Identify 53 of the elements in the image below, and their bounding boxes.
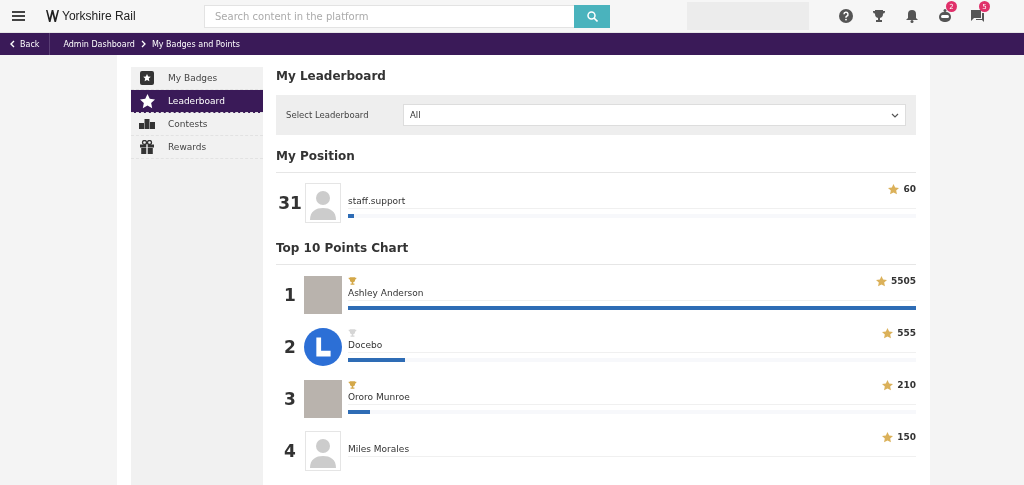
section-title: My Position: [276, 149, 356, 163]
user-name: staff.support: [348, 196, 916, 209]
star-icon: [875, 275, 887, 287]
chevron-left-icon: [10, 40, 15, 48]
avatar-silhouette: [305, 183, 341, 223]
brand-name: Yorkshire Rail: [62, 9, 136, 23]
user-name: Ororo Munroe: [348, 392, 916, 405]
chevron-right-icon: [140, 40, 146, 48]
points-value: 60: [903, 184, 916, 194]
user-name: Miles Morales: [348, 444, 916, 457]
points-value: 5505: [890, 276, 916, 286]
menu-icon[interactable]: [12, 11, 25, 21]
robot-icon[interactable]: [936, 9, 953, 23]
star-icon: [882, 431, 894, 443]
rank-number: 3: [283, 389, 297, 409]
star-icon: [882, 327, 894, 339]
logo-icon: [304, 327, 342, 367]
points-value: 150: [897, 432, 916, 442]
help-icon[interactable]: [838, 9, 853, 23]
star-badge-icon: [140, 71, 154, 85]
podium-icon: [139, 119, 155, 129]
rank-number: 31: [277, 193, 303, 213]
sidebar-item[interactable]: Rewards: [131, 136, 263, 159]
rank-number: 2: [283, 337, 297, 357]
chevron-down-icon: [891, 112, 899, 118]
points-value: 210: [897, 380, 916, 390]
leaderboard-dropdown[interactable]: All: [403, 104, 906, 126]
page-title: My Leaderboard: [276, 69, 387, 83]
search-field[interactable]: Search content in the platform: [204, 4, 574, 28]
points-value: 555: [897, 328, 916, 338]
photo-placeholder: [304, 380, 342, 418]
search-icon: [586, 10, 598, 22]
bell-icon[interactable]: [905, 9, 918, 23]
user-name: Ashley Anderson: [348, 288, 916, 301]
star-icon: [888, 183, 900, 195]
photo-placeholder: [304, 276, 342, 314]
logo-icon: [46, 10, 59, 22]
gift-icon: [140, 140, 154, 154]
star-icon: [139, 93, 155, 109]
breadcrumb-link[interactable]: Admin Dashboard: [50, 39, 141, 49]
avatar-silhouette: [305, 431, 341, 471]
breadcrumb-link[interactable]: My Badges and Points: [145, 39, 246, 49]
trophy-icon[interactable]: [871, 9, 886, 23]
user-name: Docebo: [348, 340, 916, 353]
section-title: Top 10 Points Chart: [276, 241, 410, 255]
rank-number: 1: [283, 285, 297, 305]
sidebar-item[interactable]: Leaderboard: [131, 90, 263, 113]
rank-number: 4: [283, 441, 297, 461]
select-label: Select Leaderboard: [286, 110, 370, 120]
star-icon: [882, 379, 894, 391]
sidebar-item[interactable]: Contests: [131, 113, 263, 136]
chat-icon[interactable]: [970, 9, 985, 23]
back-button[interactable]: Back: [0, 33, 51, 55]
